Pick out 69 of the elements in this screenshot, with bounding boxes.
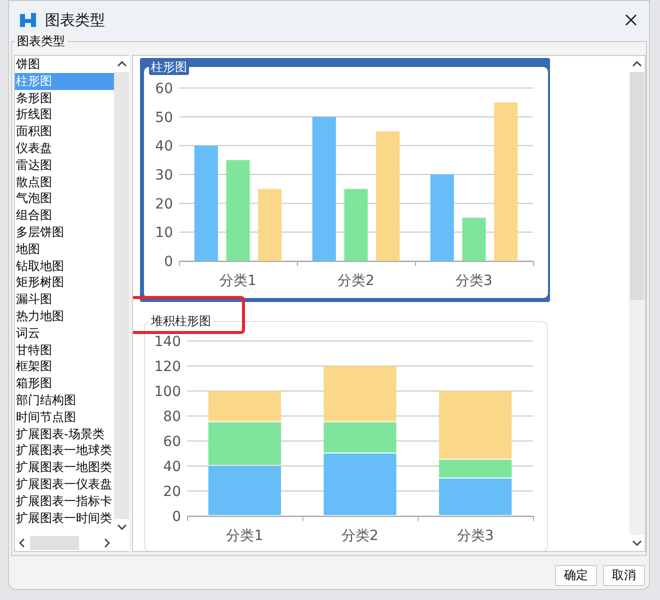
- window-title: 图表类型: [45, 10, 106, 30]
- list-item[interactable]: 仪表盘: [15, 140, 114, 157]
- app-logo-icon: [19, 11, 37, 29]
- caret-up-icon: [116, 61, 126, 67]
- scrollbar-thumb[interactable]: [630, 72, 644, 300]
- axis-tick-label: 40: [163, 459, 181, 475]
- list-item[interactable]: 漏斗图: [15, 291, 114, 308]
- list-item[interactable]: 气泡图: [15, 190, 114, 208]
- axis-tick-label: 80: [163, 409, 181, 425]
- category-label: 分类1: [220, 273, 256, 289]
- axis-tick-label: 0: [164, 254, 173, 270]
- axis-tick-label: 140: [154, 334, 181, 350]
- caret-down-icon: [632, 540, 642, 546]
- list-item[interactable]: 条形图: [15, 90, 114, 106]
- axis-tick-label: 0: [172, 509, 181, 525]
- category-label: 分类1: [226, 528, 264, 544]
- list-item[interactable]: 时间节点图: [15, 408, 114, 426]
- list-item[interactable]: 组合图: [15, 207, 114, 224]
- caret-right-icon: [104, 538, 110, 548]
- axis-tick-label: 30: [155, 168, 173, 184]
- list-item[interactable]: 部门结构图: [15, 392, 114, 409]
- category-label: 分类2: [342, 528, 378, 544]
- category-label: 分类3: [456, 273, 492, 289]
- chart-preview-card[interactable]: 柱形图 0 10 20 30 40 50 60 分类1 分类2 分类3: [140, 58, 550, 302]
- list-item[interactable]: 框架图: [15, 358, 114, 376]
- caret-down-icon: [116, 524, 126, 530]
- caret-up-icon: [632, 61, 642, 67]
- axis-tick-label: 60: [163, 434, 181, 450]
- scroll-down-button[interactable]: [629, 535, 644, 551]
- axis-tick-label: 40: [155, 138, 173, 155]
- list-item[interactable]: 箱形图: [15, 375, 114, 392]
- caret-left-icon: [19, 538, 26, 548]
- axis-tick-label: 50: [155, 110, 173, 126]
- scroll-up-button[interactable]: [114, 56, 129, 72]
- axis-tick-label: 60: [155, 81, 173, 97]
- axis-tick-label: 100: [154, 384, 181, 400]
- axis-tick-label: 120: [154, 359, 181, 375]
- list-item[interactable]: 扩展图表一时间类: [15, 510, 114, 526]
- list-item[interactable]: 面积图: [15, 123, 114, 140]
- category-label: 分类2: [338, 273, 374, 289]
- list-item[interactable]: 地图: [15, 240, 114, 258]
- list-item[interactable]: 扩展图表一指标卡: [15, 492, 114, 510]
- category-label: 分类3: [456, 528, 494, 544]
- chart-preview-title: 柱形图: [149, 60, 189, 75]
- list-item[interactable]: 扩展图表一仪表盘: [15, 476, 114, 493]
- group-label: 图表类型: [15, 33, 67, 49]
- list-item[interactable]: 折线图: [15, 106, 114, 124]
- bar: [462, 218, 486, 261]
- scroll-up-button[interactable]: [629, 56, 644, 72]
- list-item[interactable]: 矩形树图: [15, 274, 114, 292]
- scrollbar-thumb[interactable]: [30, 536, 80, 550]
- axis-tick-label: 20: [163, 484, 181, 500]
- dialog-button[interactable]: 取消: [603, 565, 645, 586]
- list-item[interactable]: 扩展图表一地图类: [15, 459, 114, 476]
- axis-tick-label: 10: [155, 225, 173, 242]
- chart-preview-title: 堆积柱形图: [150, 314, 212, 329]
- list-item[interactable]: 扩展图表一地球类: [15, 442, 114, 460]
- list-item[interactable]: 钻取地图: [15, 258, 114, 274]
- dialog-button[interactable]: 确定: [555, 565, 597, 586]
- list-item[interactable]: 饼图: [15, 56, 114, 73]
- list-item[interactable]: 雷达图: [15, 156, 114, 174]
- close-icon: [623, 12, 639, 28]
- axis-tick-label: 20: [155, 196, 173, 212]
- list-item[interactable]: 散点图: [15, 174, 114, 190]
- list-item[interactable]: 甘特图: [15, 342, 114, 358]
- list-item[interactable]: 多层饼图: [15, 224, 114, 241]
- list-item[interactable]: 热力地图: [15, 308, 114, 325]
- list-item[interactable]: 扩展图表-场景类: [15, 426, 114, 442]
- list-item[interactable]: 词云: [15, 324, 114, 342]
